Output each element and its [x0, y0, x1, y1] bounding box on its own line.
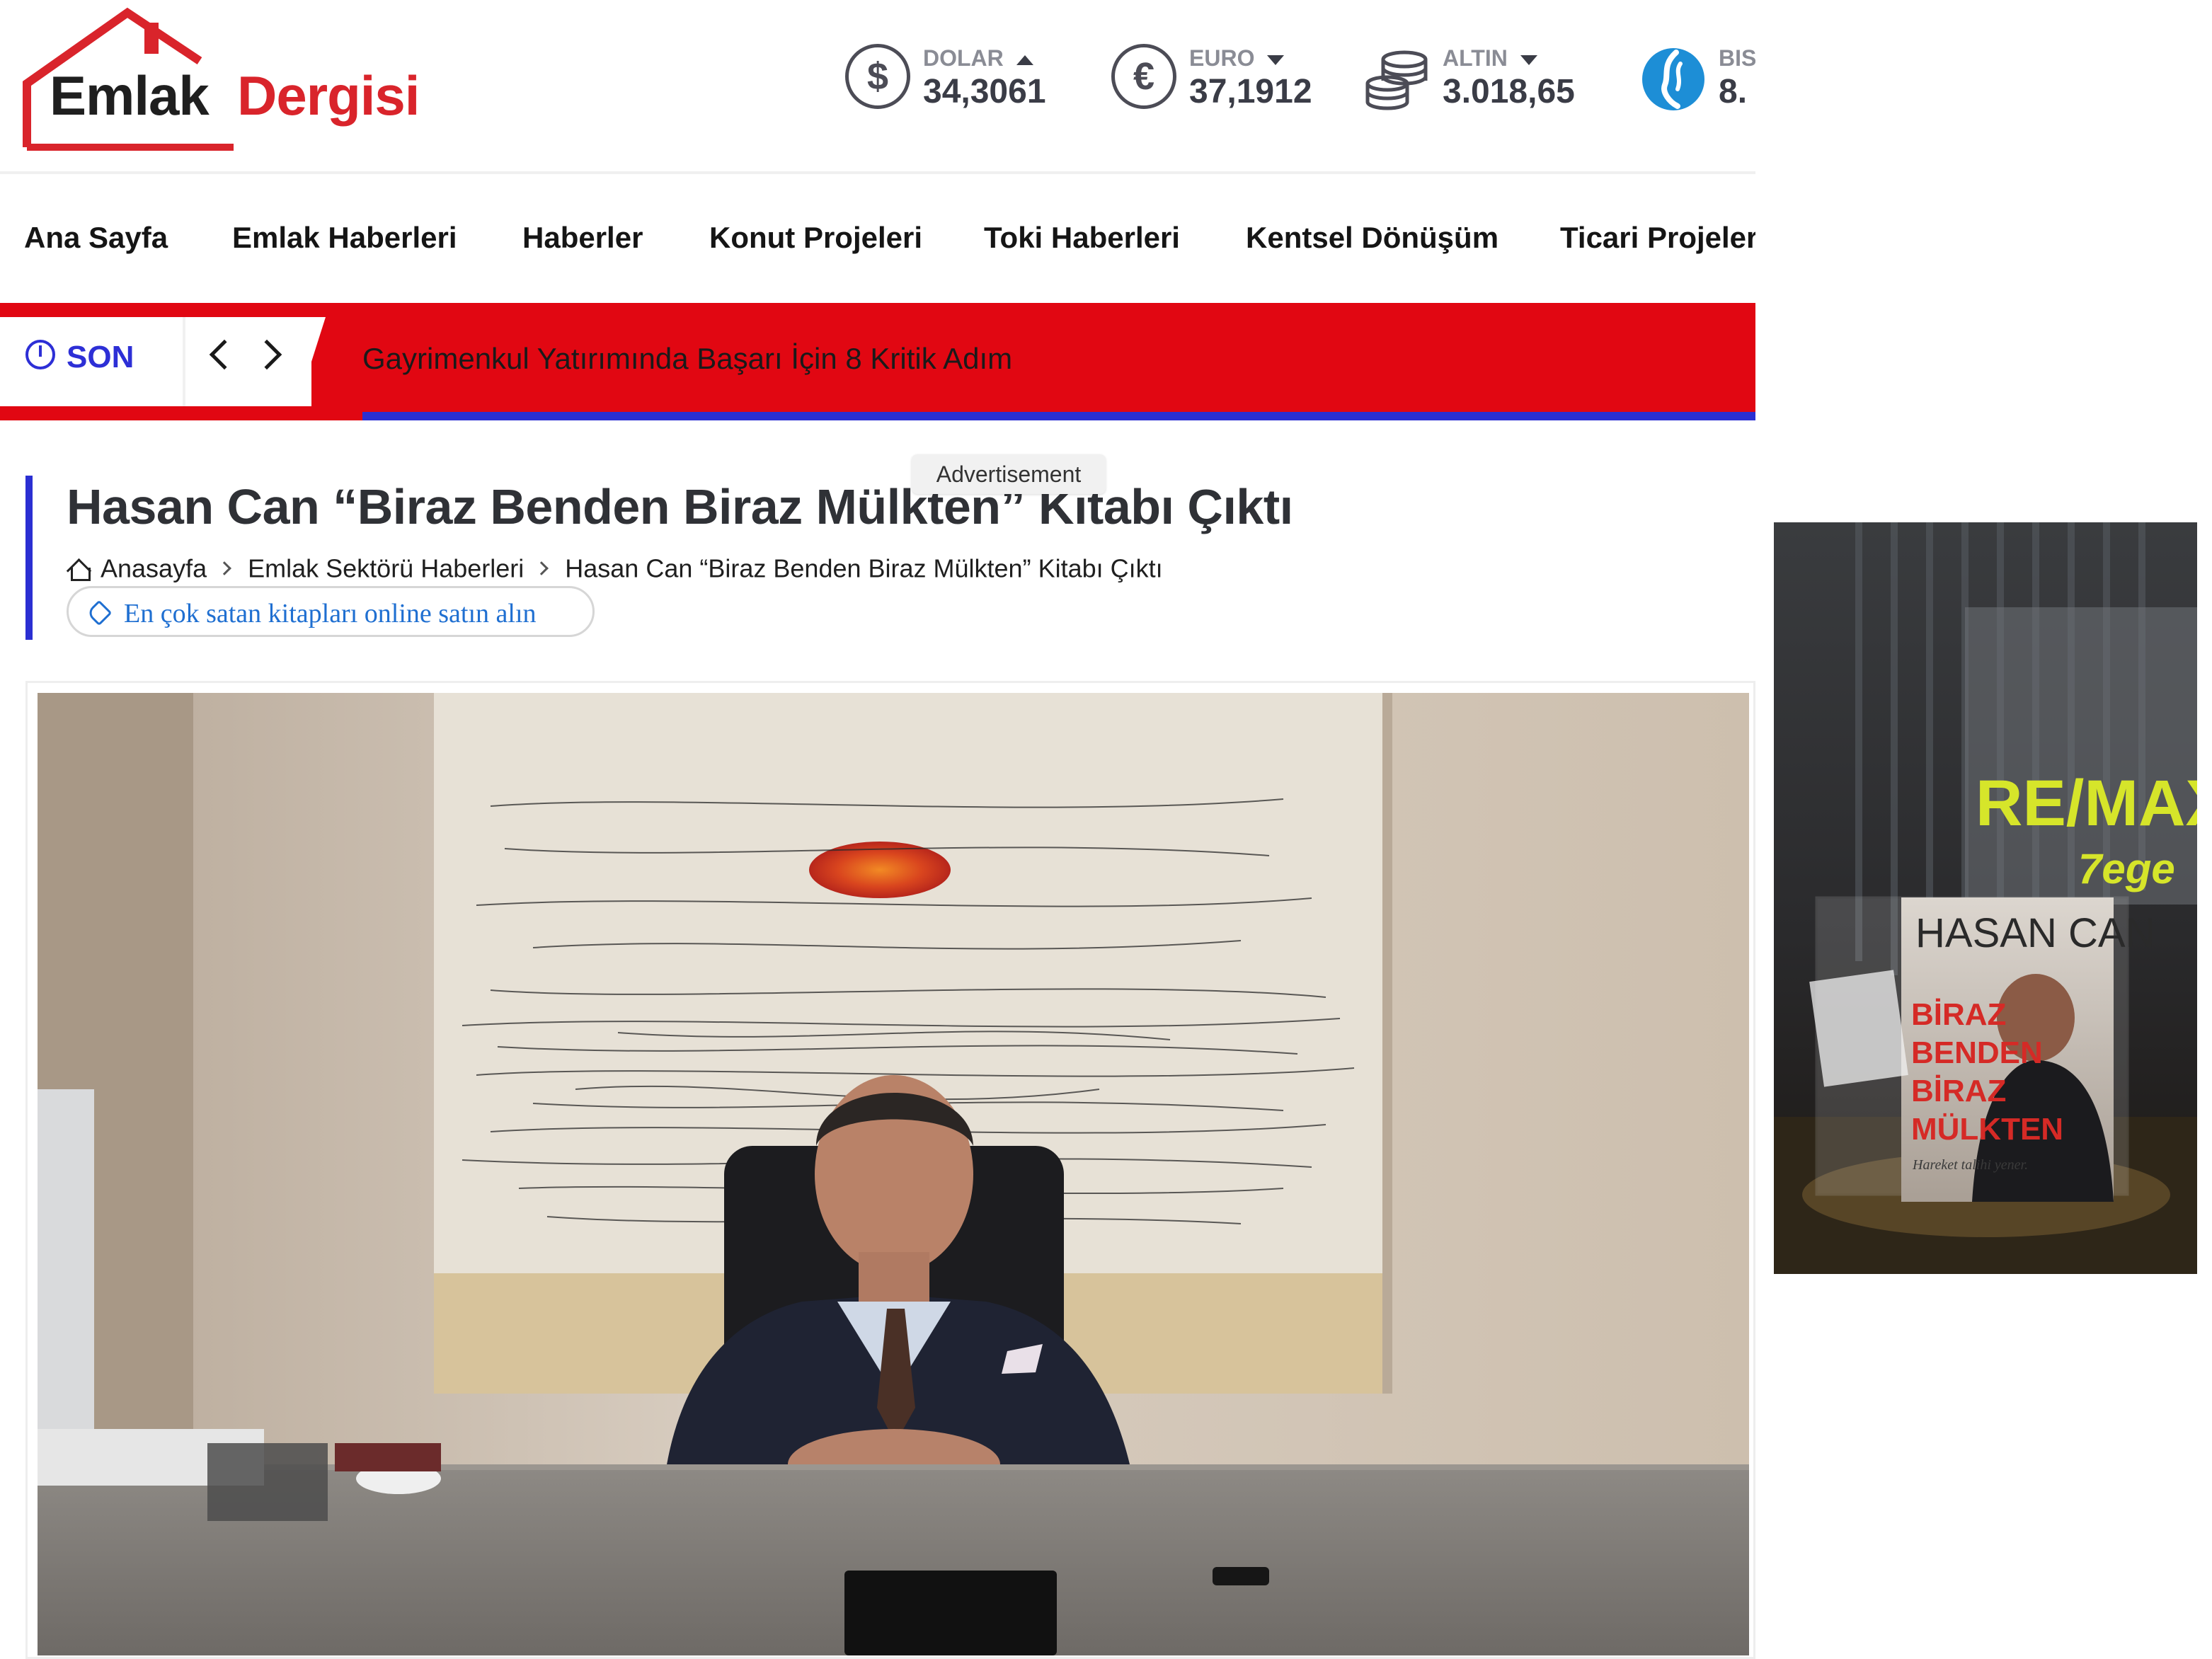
breadcrumb-current: Hasan Can “Biraz Benden Biraz Mülkten” K… — [565, 553, 1163, 583]
rate-value: 3.018,65 — [1443, 73, 1575, 110]
rate-bist[interactable]: BIS 8. — [1641, 44, 1755, 122]
book-title-line: BİRAZ — [1911, 997, 2006, 1032]
rate-name: BIS — [1719, 45, 1755, 71]
book-title-line: BENDEN — [1911, 1035, 2043, 1070]
book-tagline: Hareket talihi yener. — [1912, 1157, 2028, 1173]
remax-brand-text: RE/MAX — [1976, 767, 2197, 839]
tag-icon — [86, 599, 113, 626]
rate-name: EURO — [1189, 45, 1255, 71]
nav-kentsel-donusum[interactable]: Kentsel Dönüşüm — [1246, 221, 1498, 255]
rate-value: 37,1912 — [1189, 73, 1312, 110]
article-image-frame — [25, 681, 1755, 1659]
nav-konut-projeleri[interactable]: Konut Projeleri — [709, 221, 922, 255]
nav-emlak-haberleri[interactable]: Emlak Haberleri — [232, 221, 457, 255]
nav-ticari-projeler[interactable]: Ticari Projeler — [1560, 221, 1755, 255]
breaking-news-ticker: SON Gayrimenkul Yatırımında Başarı İçin … — [0, 303, 1755, 420]
shop-books-link[interactable]: En çok satan kitapları online satın alın — [67, 586, 595, 637]
nav-haberler[interactable]: Haberler — [522, 221, 643, 255]
dollar-icon: $ — [845, 44, 910, 109]
logo-word-dergisi: Dergisi — [237, 64, 420, 127]
rate-name: DOLAR — [923, 45, 1004, 71]
article-photo — [38, 693, 1749, 1655]
trend-down-icon — [1267, 54, 1285, 65]
remax-sub-text: 7ege — [2078, 845, 2175, 892]
emlak-dergisi-site: Emlak Dergisi $ DOLAR 34,3061 € EURO 37,… — [0, 0, 1755, 1659]
book-author: HASAN CAN — [1915, 910, 2155, 956]
chevron-right-icon — [534, 561, 549, 576]
book-title-line: BİRAZ — [1911, 1074, 2006, 1108]
breadcrumb-category[interactable]: Emlak Sektörü Haberleri — [248, 553, 524, 582]
trend-up-icon — [1016, 54, 1033, 65]
rate-name: ALTIN — [1443, 45, 1508, 71]
nav-ana-sayfa[interactable]: Ana Sayfa — [24, 221, 168, 255]
gold-coins-icon — [1365, 50, 1428, 110]
borsa-istanbul-icon — [1642, 48, 1704, 110]
son-label: SON — [67, 340, 134, 374]
article-heading: Hasan Can “Biraz Benden Biraz Mülkten” K… — [25, 476, 1755, 640]
ticker-headline[interactable]: Gayrimenkul Yatırımında Başarı İçin 8 Kr… — [362, 342, 1012, 376]
trend-down-icon — [1520, 54, 1537, 65]
rate-altin[interactable]: ALTIN 3.018,65 — [1365, 44, 1591, 122]
site-logo[interactable]: Emlak Dergisi — [21, 6, 446, 154]
main-nav: Ana Sayfa Emlak Haberleri Haberler Konut… — [0, 177, 1755, 302]
page-title: Hasan Can “Biraz Benden Biraz Mülkten” K… — [67, 479, 1293, 534]
logo-word-emlak: Emlak — [50, 64, 210, 127]
nav-toki-haberleri[interactable]: Toki Haberleri — [984, 221, 1180, 255]
breadcrumb-home[interactable]: Anasayfa — [101, 553, 207, 582]
chevron-right-icon — [217, 561, 232, 576]
clock-icon — [25, 340, 55, 369]
euro-icon: € — [1111, 44, 1176, 109]
site-header: Emlak Dergisi $ DOLAR 34,3061 € EURO 37,… — [0, 0, 1755, 174]
advertisement-label: Advertisement — [912, 454, 1106, 494]
rate-euro[interactable]: € EURO 37,1912 — [1111, 44, 1324, 122]
ticker-progress-bar — [362, 412, 1755, 420]
breadcrumb: Anasayfa Emlak Sektörü Haberleri Hasan Can… — [67, 552, 1163, 583]
rate-value: 34,3061 — [923, 73, 1046, 110]
remax-book-ad-image: RE/MAX 7ege HASAN CAN BİRAZ BENDEN BİRAZ… — [1774, 522, 2197, 1274]
office-portrait-illustration — [38, 693, 1749, 1655]
rate-value: 8. — [1719, 73, 1748, 110]
shop-books-label: En çok satan kitapları online satın alın — [124, 599, 537, 628]
home-icon[interactable] — [67, 558, 91, 582]
book-title-line: MÜLKTEN — [1911, 1112, 2063, 1147]
rate-dolar[interactable]: $ DOLAR 34,3061 — [845, 44, 1058, 122]
side-advertisement[interactable]: RE/MAX 7ege HASAN CAN BİRAZ BENDEN BİRAZ… — [1774, 522, 2197, 1274]
